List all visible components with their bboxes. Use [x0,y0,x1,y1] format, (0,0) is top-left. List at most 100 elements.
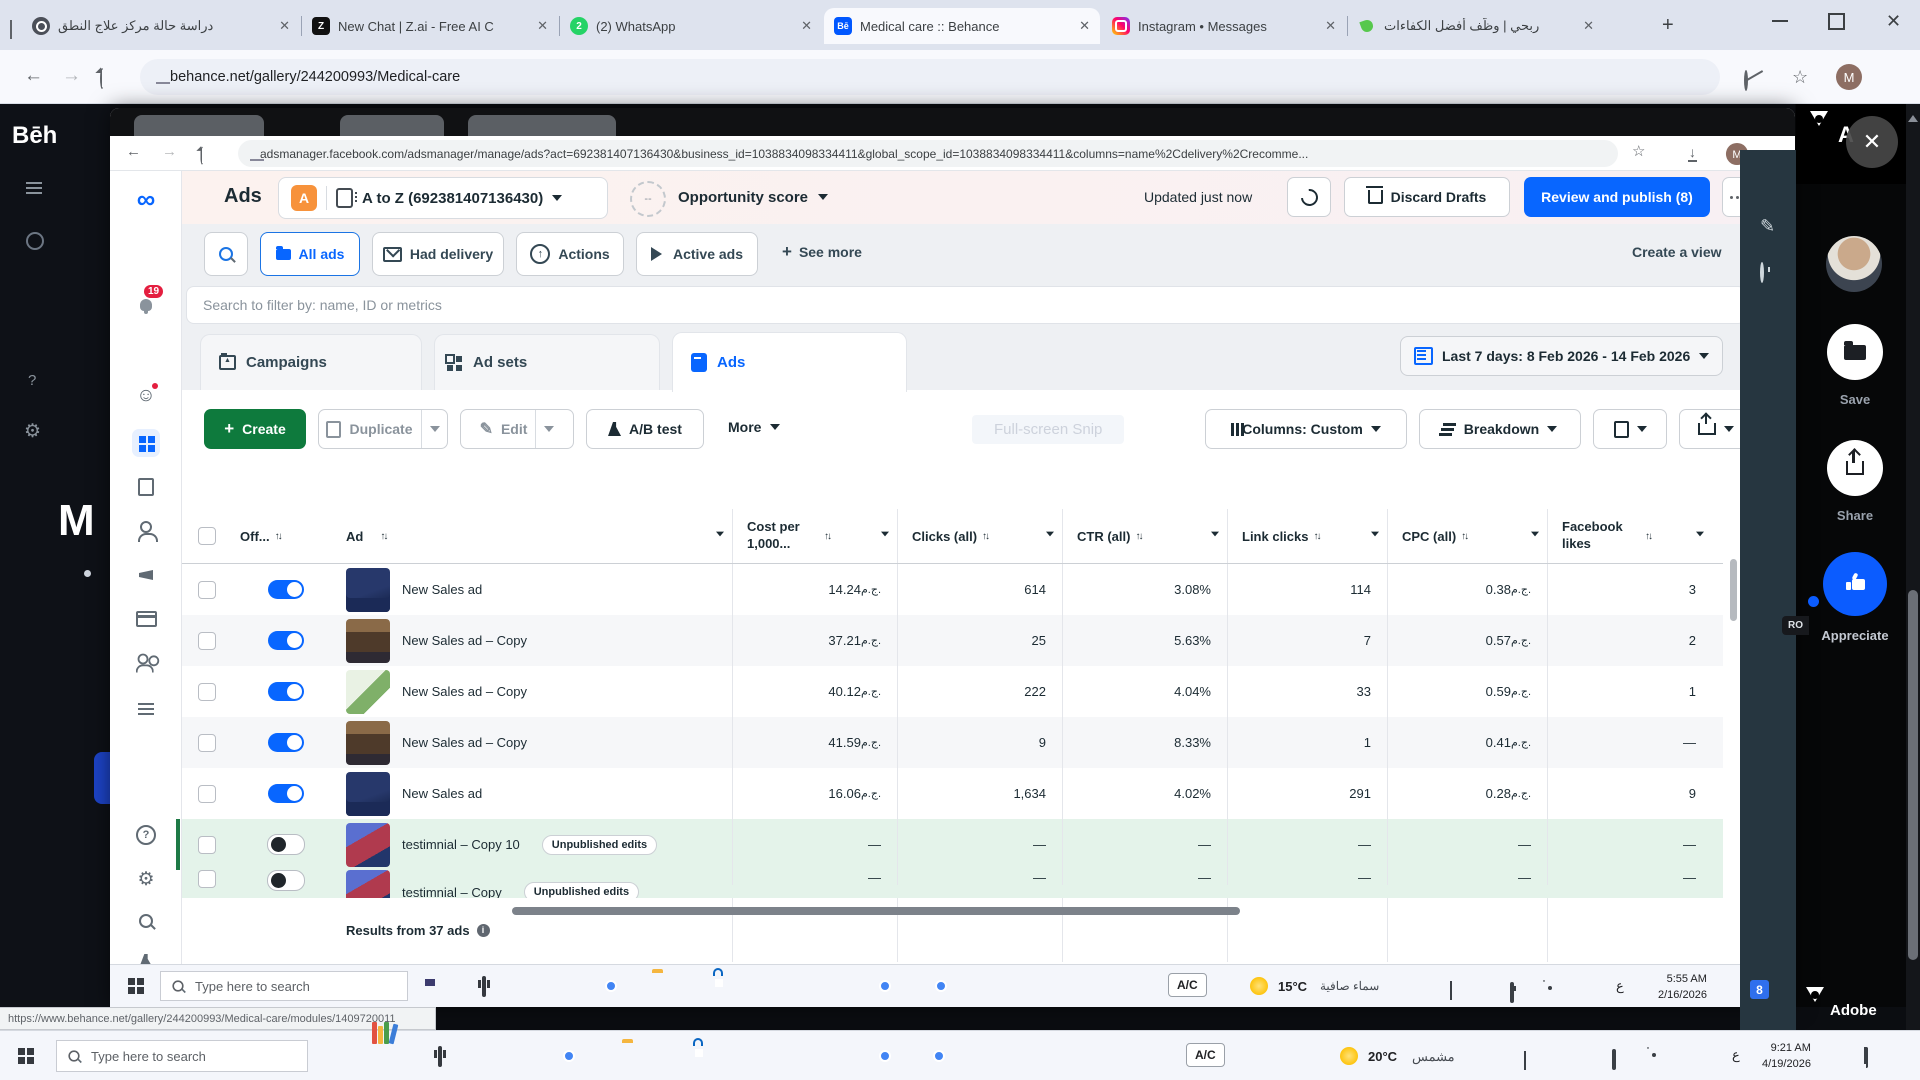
weather-temp[interactable]: 20°C [1368,1049,1397,1064]
inner-bookmark-star-icon[interactable]: ☆ [1632,144,1645,159]
collaborators-icon[interactable] [132,649,160,677]
table-row[interactable]: testimnial – Copy Unpublished edits — — … [182,870,1723,898]
save-button[interactable] [1827,324,1883,380]
window-minimize-button[interactable] [1772,20,1788,22]
table-vertical-scrollbar[interactable] [1730,559,1737,621]
tab-close-icon[interactable]: ✕ [537,18,548,34]
columns-button[interactable]: Columns: Custom [1205,409,1407,449]
chrome-app-icon[interactable] [872,1043,898,1069]
battery-icon[interactable] [1510,984,1514,1002]
network-icon[interactable] [1646,1049,1650,1067]
tab-campaigns[interactable]: Campaigns [200,334,422,390]
create-button[interactable]: +Create [204,409,306,449]
info-icon[interactable]: i [477,924,490,937]
folder-app-icon[interactable] [622,1043,648,1069]
filter-had-delivery[interactable]: Had delivery [372,232,504,276]
task-view-button[interactable] [438,1048,442,1066]
filter-active-ads[interactable]: Active ads [636,232,758,276]
inner-address-bar[interactable]: adsmanager.facebook.com/adsmanager/manag… [238,140,1618,167]
window-close-button[interactable]: ✕ [1886,11,1901,32]
edit-button[interactable]: ✎Edit [460,409,574,449]
ad-toggle[interactable] [268,733,304,752]
ac-widget[interactable]: A/C [1186,1043,1225,1067]
inner-back-button[interactable]: ← [126,143,141,160]
table-row[interactable]: testimnial – Copy 10 Unpublished edits —… [182,819,1723,870]
date-range-selector[interactable]: Last 7 days: 8 Feb 2026 - 14 Feb 2026 [1400,336,1723,376]
search-button[interactable] [204,232,248,276]
hamburger-menu-icon[interactable] [26,182,42,184]
opportunity-chevron-icon[interactable] [818,194,828,200]
tab-close-icon[interactable]: ✕ [1079,18,1090,34]
pages-nav-icon[interactable] [132,473,160,501]
browser-tab[interactable]: Bē Medical care :: Behance ✕ [824,8,1100,44]
edge-app-icon[interactable] [762,973,788,999]
scrollbar-thumb[interactable] [1908,590,1918,960]
refresh-button[interactable] [1287,177,1331,217]
ad-name[interactable]: New Sales ad – Copy [402,684,527,699]
table-row[interactable]: New Sales ad 16.06ج.م. 1,634 4.02% 291 0… [182,768,1723,819]
taskbar-search-input[interactable]: Type here to search [160,971,408,1001]
page-scrollbar[interactable] [1906,104,1920,1030]
select-all-checkbox[interactable] [198,527,216,545]
chrome-app-icon[interactable] [872,973,898,999]
folder-app-icon[interactable] [652,973,678,999]
chrome-app-icon[interactable] [926,1043,952,1069]
billing-nav-icon[interactable] [132,605,160,633]
inner-download-icon[interactable]: ↓ [1688,144,1697,162]
table-search-input[interactable]: Search to filter by: name, ID or metrics [186,286,1746,324]
edge-app-icon[interactable] [544,973,570,999]
clock-widget[interactable]: 5:55 AM2/16/2026 [1658,972,1707,1004]
tab-close-icon[interactable]: ✕ [1325,18,1336,34]
column-header-cpc[interactable]: CPC (all)↑↓ [1387,509,1547,563]
chrome-app-icon[interactable] [928,973,954,999]
table-horizontal-scrollbar[interactable] [512,907,1240,915]
table-row[interactable]: New Sales ad – Copy 37.21ج.م. 25 5.63% 7… [182,615,1723,666]
language-indicator[interactable]: ع [1732,1047,1740,1063]
duplicate-button[interactable]: Duplicate [318,409,448,449]
tab-close-icon[interactable]: ✕ [279,18,290,34]
firefox-app-icon[interactable] [818,973,844,999]
column-header-cost[interactable]: Cost per 1,000...↑↓ [732,509,897,563]
clock-widget[interactable]: 9:21 AM4/19/2026 [1762,1041,1811,1073]
weather-temp[interactable]: 15°C [1278,979,1307,994]
chevron-down-icon[interactable] [544,426,554,432]
ad-toggle[interactable] [268,682,304,701]
weather-condition[interactable]: مشمس [1412,1049,1455,1065]
ad-toggle[interactable] [268,784,304,803]
ad-name[interactable]: New Sales ad [402,582,482,597]
table-row[interactable]: New Sales ad 14.24ج.م. 614 3.08% 114 0.3… [182,564,1723,615]
ad-name[interactable]: testimnial – Copy [402,885,502,899]
store-app-icon[interactable] [686,1043,712,1069]
table-row[interactable]: New Sales ad – Copy 41.59ج.م. 9 8.33% 1 … [182,717,1723,768]
inner-forward-button[interactable]: → [162,143,177,160]
edge-app-icon[interactable] [500,1043,526,1069]
search-nav-icon[interactable] [132,907,160,935]
profile-avatar[interactable]: M [1836,64,1862,90]
browser-tab[interactable]: Z New Chat | Z.ai - Free AI C ✕ [302,8,558,44]
ad-toggle[interactable] [267,870,305,891]
column-header-off[interactable]: Off...↑↓ [232,509,340,563]
reload-button[interactable] [100,70,104,88]
row-checkbox[interactable] [198,683,216,701]
opportunity-score-label[interactable]: Opportunity score [678,189,808,206]
account-selector[interactable]: A A to Z (692381407136430) [278,177,608,219]
filter-actions[interactable]: ↑Actions [516,232,624,276]
weather-condition[interactable]: سماء صافية [1320,979,1379,993]
ads-reporting-icon[interactable] [132,561,160,589]
tray-expand-caret[interactable] [1524,1053,1526,1071]
edge-app-icon[interactable] [748,1043,774,1069]
password-eye-icon[interactable] [1744,72,1748,90]
ad-name[interactable]: New Sales ad [402,786,482,801]
review-publish-button[interactable]: Review and publish (8) [1524,177,1710,217]
close-overlay-button[interactable]: ✕ [1846,116,1898,168]
store-app-icon[interactable] [706,973,732,999]
column-header-ctr[interactable]: CTR (all)↑↓ [1062,509,1227,563]
tray-expand-caret[interactable] [1450,983,1452,1001]
column-header-link-clicks[interactable]: Link clicks↑↓ [1227,509,1387,563]
share-button[interactable] [1827,440,1883,496]
all-tools-icon[interactable] [132,695,160,723]
see-more-button[interactable]: +See more [782,242,862,262]
keyboard-icon[interactable] [1612,1051,1616,1069]
scroll-up-arrow[interactable] [1908,110,1918,122]
tab-search-chevron-icon[interactable] [10,20,12,38]
